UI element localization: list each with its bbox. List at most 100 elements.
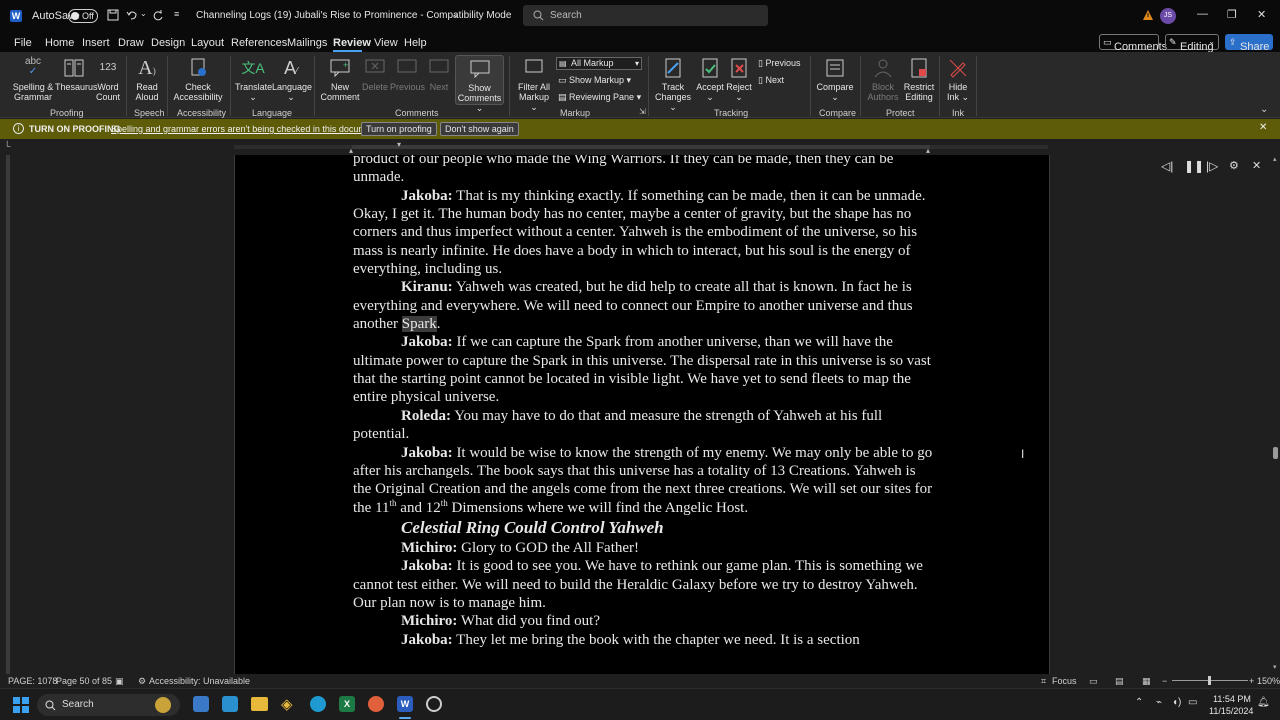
taskbar-search[interactable]: Search <box>37 694 180 716</box>
edge-icon[interactable] <box>310 696 326 712</box>
right-indent-marker[interactable]: ▴ <box>926 146 930 155</box>
read-aloud-button[interactable]: A) Read Aloud <box>132 57 162 102</box>
app-icon[interactable] <box>426 696 442 712</box>
spelling-grammar-button[interactable]: abc ✓ Spelling & Grammar <box>12 57 54 103</box>
paragraph[interactable]: Kiranu: Yahweh was created, but he did h… <box>353 278 933 333</box>
store-icon[interactable] <box>193 696 209 712</box>
title-dropdown-icon[interactable]: ⌄ <box>452 9 460 20</box>
paragraph[interactable]: Jakoba: If we can capture the Spark from… <box>353 333 933 406</box>
read-aloud-pause-icon[interactable]: ❚❚ <box>1184 159 1204 173</box>
document-body[interactable]: product of our people who made the Wing … <box>353 155 933 649</box>
show-comments-button[interactable]: Show Comments ⌄ <box>455 55 504 113</box>
search-box[interactable]: Search <box>523 5 768 26</box>
proofing-status-icon[interactable]: ▣ <box>115 676 124 687</box>
comments-button[interactable]: ▭ Comments <box>1099 34 1167 53</box>
scroll-up-icon[interactable]: ▴ <box>1273 155 1277 163</box>
menu-review[interactable]: Review <box>333 37 371 49</box>
zoom-slider-thumb[interactable] <box>1208 676 1211 685</box>
turn-on-proofing-button[interactable]: Turn on proofing <box>361 122 437 136</box>
restore-icon[interactable]: ❐ <box>1227 8 1237 21</box>
read-aloud-previous-icon[interactable]: ◁| <box>1161 159 1173 173</box>
collapse-ribbon-icon[interactable]: ⌄ <box>1260 104 1268 115</box>
menu-references[interactable]: References <box>231 37 287 49</box>
clock-time[interactable]: 11:54 PM <box>1213 694 1251 704</box>
menu-view[interactable]: View <box>374 37 398 49</box>
menu-help[interactable]: Help <box>404 37 427 49</box>
document-canvas[interactable]: product of our people who made the Wing … <box>18 155 1272 674</box>
new-comment-button[interactable]: + New Comment <box>320 57 360 102</box>
undo-dropdown-icon[interactable]: ⌄ <box>140 9 147 18</box>
block-authors-button[interactable]: Block Authors <box>866 57 900 102</box>
proofing-message-link[interactable]: Spelling and grammar errors aren't being… <box>111 124 381 134</box>
paragraph[interactable]: Jakoba: They let me bring the book with … <box>353 631 933 649</box>
notification-bell-icon[interactable]: 🔔︎ <box>1257 697 1270 708</box>
dont-show-again-button[interactable]: Don't show again <box>440 122 519 136</box>
share-button[interactable]: ⇪ Share <box>1225 34 1273 53</box>
read-aloud-next-icon[interactable]: |▷ <box>1206 159 1218 173</box>
zoom-out-icon[interactable]: − <box>1162 676 1167 686</box>
left-indent-marker[interactable]: ▴ <box>349 146 353 155</box>
paragraph[interactable]: Jakoba: That is my thinking exactly. If … <box>353 187 933 279</box>
accept-button[interactable]: Accept ⌄ <box>696 57 724 102</box>
hide-ink-button[interactable]: Hide Ink ⌄ <box>943 57 973 102</box>
next-comment-button[interactable]: Next <box>425 57 453 92</box>
markup-select[interactable]: ▤ All Markup ▾ <box>556 57 642 70</box>
focus-mode-button[interactable]: Focus <box>1052 676 1077 686</box>
redo-icon[interactable] <box>152 9 164 21</box>
close-notification-icon[interactable]: ✕ <box>1259 122 1267 133</box>
paragraph[interactable]: Michiro: Glory to GOD the All Father! <box>353 539 933 557</box>
paragraph[interactable]: Michiro: What did you find out? <box>353 612 933 630</box>
track-changes-button[interactable]: Track Changes ⌄ <box>652 57 694 112</box>
undo-icon[interactable] <box>126 9 138 21</box>
volume-icon[interactable]: ◖) <box>1172 697 1181 708</box>
page-count[interactable]: Page 50 of 85 <box>56 676 112 686</box>
clock-date[interactable]: 11/15/2024 <box>1209 706 1253 716</box>
menu-design[interactable]: Design <box>151 37 185 49</box>
reject-button[interactable]: Reject ⌄ <box>726 57 752 102</box>
menu-mailings[interactable]: Mailings <box>287 37 327 49</box>
app-icon[interactable] <box>222 696 238 712</box>
print-layout-icon[interactable]: ▤ <box>1115 676 1124 687</box>
markup-launcher-icon[interactable]: ⇲ <box>639 107 646 116</box>
reviewing-pane-button[interactable]: ▤ Reviewing Pane ▾ <box>558 92 641 103</box>
warning-icon[interactable] <box>1142 9 1154 21</box>
page-indicator[interactable]: PAGE: 1078 <box>8 676 57 686</box>
read-aloud-settings-icon[interactable]: ⚙ <box>1229 159 1239 172</box>
restrict-editing-button[interactable]: Restrict Editing <box>902 57 936 102</box>
scroll-down-icon[interactable]: ▾ <box>1273 663 1277 671</box>
horizontal-ruler[interactable]: ▾ ▴ ▴ └ <box>0 139 1280 155</box>
read-aloud-close-icon[interactable]: ✕ <box>1252 159 1261 172</box>
first-line-indent-marker[interactable]: ▾ <box>397 140 401 149</box>
show-hidden-icons[interactable]: ⌃ <box>1135 697 1143 708</box>
tab-selector-icon[interactable]: └ <box>4 141 10 151</box>
windows-start-icon[interactable] <box>13 697 29 713</box>
section-heading[interactable]: Celestial Ring Could Control Yahweh <box>353 517 933 539</box>
thesaurus-button[interactable]: Thesaurus <box>55 57 98 92</box>
delete-comment-button[interactable]: Delete <box>361 57 389 92</box>
menu-file[interactable]: File <box>14 37 32 49</box>
menu-draw[interactable]: Draw <box>118 37 144 49</box>
vertical-scrollbar[interactable]: ▴ ▾ <box>1272 155 1280 674</box>
tracking-previous-button[interactable]: ▯ Previous <box>758 58 800 69</box>
excel-icon[interactable]: X <box>339 696 355 712</box>
zoom-slider[interactable] <box>1172 676 1248 685</box>
save-icon[interactable] <box>107 9 119 21</box>
file-explorer-icon[interactable] <box>251 697 268 711</box>
show-markup-button[interactable]: ▭ Show Markup ▾ <box>558 75 631 86</box>
menu-layout[interactable]: Layout <box>191 37 224 49</box>
document-page[interactable]: product of our people who made the Wing … <box>234 155 1050 674</box>
menu-home[interactable]: Home <box>45 37 74 49</box>
compare-button[interactable]: Compare ⌄ <box>815 57 855 102</box>
scrollbar-thumb[interactable] <box>1273 447 1278 459</box>
zoom-in-icon[interactable]: + <box>1249 676 1254 686</box>
paragraph[interactable]: product of our people who made the Wing … <box>353 155 933 187</box>
filter-all-markup-button[interactable]: Filter All Markup ⌄ <box>514 57 554 112</box>
firefox-icon[interactable] <box>368 696 384 712</box>
network-icon[interactable]: ⌁ <box>1156 697 1162 708</box>
vertical-ruler[interactable] <box>0 155 18 674</box>
previous-comment-button[interactable]: Previous <box>390 57 425 92</box>
zoom-level[interactable]: 150% <box>1257 676 1280 686</box>
app-icon[interactable]: ◈ <box>281 695 293 713</box>
user-avatar[interactable]: JS <box>1160 8 1176 24</box>
paragraph[interactable]: Jakoba: It is good to see you. We have t… <box>353 557 933 612</box>
